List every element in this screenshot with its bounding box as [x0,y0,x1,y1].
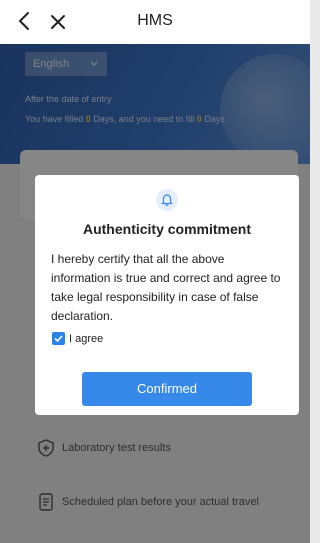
dialog-body: I hereby certify that all the above info… [51,252,281,323]
nav-bar: HMS [0,0,310,44]
check-icon [52,332,65,345]
bell-icon [156,189,178,211]
dialog-title: Authenticity commitment [82,221,251,237]
agree-checkbox[interactable]: I agree [52,332,103,345]
commitment-dialog: Authenticity commitment I hereby certify… [35,175,299,415]
confirm-button[interactable]: Confirmed [82,372,252,406]
page-title: HMS [137,12,173,29]
agree-label: I agree [69,332,104,345]
